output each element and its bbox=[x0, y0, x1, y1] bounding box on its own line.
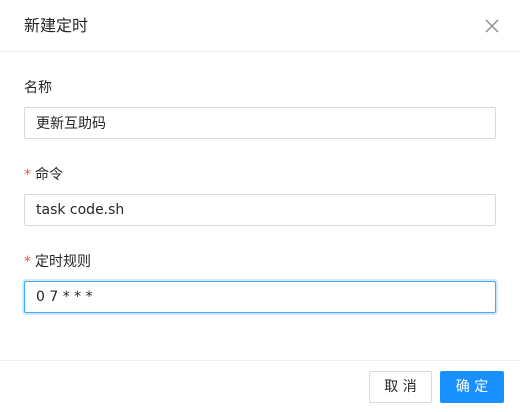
new-cron-modal: 新建定时 名称 *命令 *定时规则 取 消 确 定 bbox=[0, 0, 520, 412]
name-input[interactable] bbox=[24, 107, 496, 139]
command-label: 命令 bbox=[35, 167, 63, 183]
schedule-input[interactable] bbox=[24, 281, 496, 313]
command-input[interactable] bbox=[24, 194, 496, 226]
close-icon bbox=[485, 19, 499, 33]
schedule-label: 定时规则 bbox=[35, 254, 91, 270]
cancel-button[interactable]: 取 消 bbox=[369, 371, 432, 403]
close-button[interactable] bbox=[482, 16, 502, 36]
modal-footer: 取 消 确 定 bbox=[0, 360, 520, 412]
confirm-button[interactable]: 确 定 bbox=[440, 371, 504, 403]
command-label-row: * 命令 bbox=[24, 164, 63, 186]
schedule-label-row: * 定时规则 bbox=[24, 251, 91, 273]
required-mark: * bbox=[24, 167, 31, 183]
required-mark: * bbox=[24, 254, 31, 270]
name-label: 名称 bbox=[24, 80, 52, 96]
modal-header: 新建定时 bbox=[0, 0, 520, 52]
modal-title: 新建定时 bbox=[24, 16, 89, 35]
